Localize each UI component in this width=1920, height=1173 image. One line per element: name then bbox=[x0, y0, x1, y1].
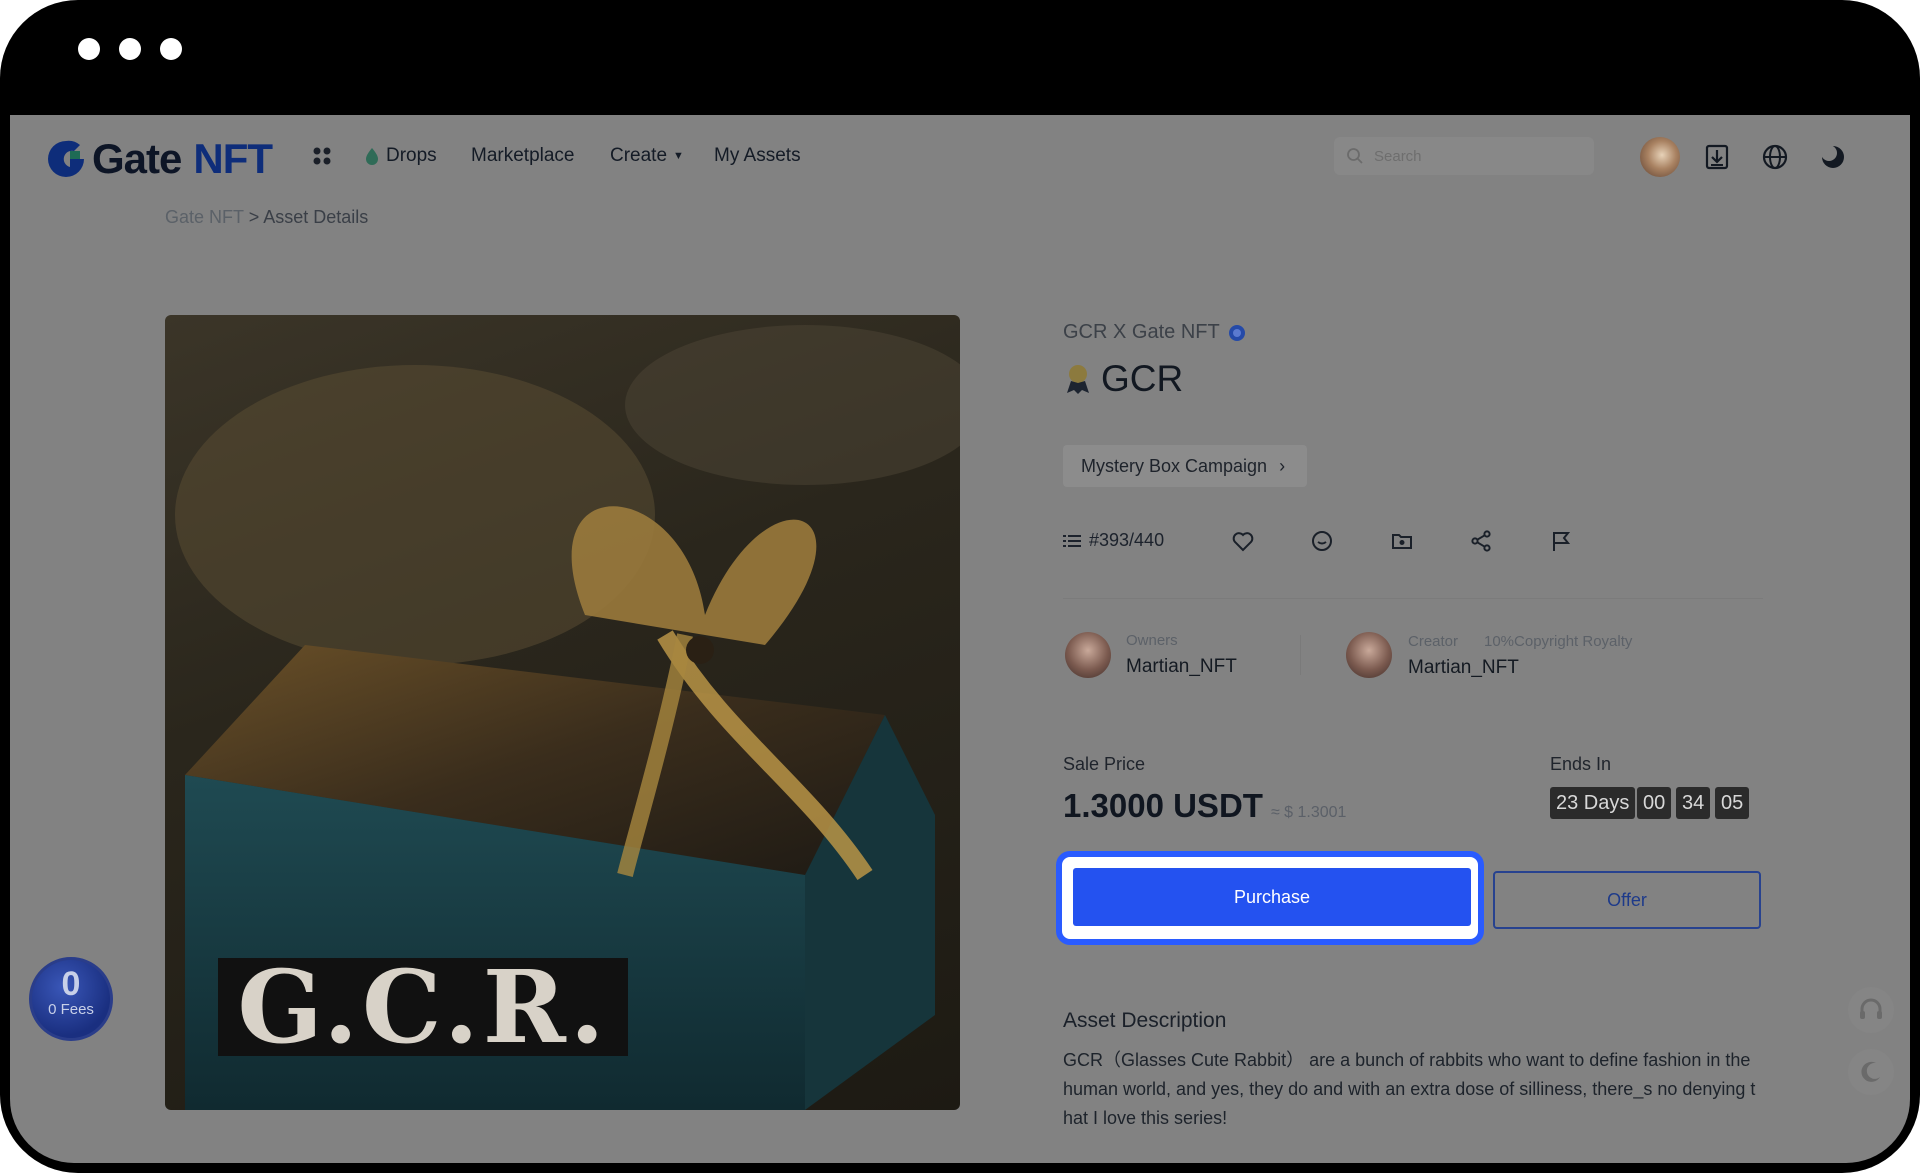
headset-icon bbox=[1860, 998, 1882, 1019]
nav-drops-label: Drops bbox=[386, 145, 437, 166]
asset-description-heading: Asset Description bbox=[1063, 1009, 1227, 1032]
breadcrumb-root[interactable]: Gate NFT bbox=[165, 207, 244, 227]
nav-marketplace-label: Marketplace bbox=[471, 145, 575, 166]
comment-icon[interactable] bbox=[1310, 529, 1334, 553]
owners-label: Owners bbox=[1126, 632, 1178, 649]
window-dot[interactable] bbox=[78, 38, 100, 60]
browser-viewport: Gate NFT Drops Marketplace Create ▼ My A… bbox=[10, 115, 1910, 1163]
fees-label: 0 Fees bbox=[48, 1001, 94, 1018]
edition-number: #393/440 bbox=[1063, 530, 1164, 551]
divider bbox=[1063, 598, 1763, 599]
heart-icon[interactable] bbox=[1231, 529, 1255, 553]
search-box[interactable] bbox=[1334, 137, 1594, 175]
asset-title: GCR bbox=[1063, 358, 1183, 400]
apps-icon[interactable] bbox=[313, 147, 331, 165]
collection-label: GCR X Gate NFT bbox=[1063, 321, 1220, 343]
window-dot[interactable] bbox=[119, 38, 141, 60]
creator-avatar[interactable] bbox=[1346, 632, 1392, 678]
download-icon[interactable] bbox=[1700, 140, 1734, 174]
award-badge-icon bbox=[1067, 365, 1089, 394]
search-input[interactable] bbox=[1372, 146, 1576, 166]
nft-label-text: G.C.R. bbox=[218, 957, 628, 1057]
nav-create[interactable]: Create ▼ bbox=[610, 145, 684, 167]
nav-my-assets-label: My Assets bbox=[714, 145, 801, 166]
nft-image: G.C.R. bbox=[165, 315, 960, 1110]
verified-icon bbox=[1228, 324, 1245, 341]
caret-down-icon: ▼ bbox=[673, 150, 684, 162]
creator-label: Creator bbox=[1408, 633, 1459, 650]
nav-create-label: Create bbox=[610, 145, 668, 166]
countdown-hours: 00 bbox=[1637, 787, 1672, 819]
search-icon bbox=[1347, 148, 1363, 164]
chevron-right-icon: › bbox=[1279, 455, 1286, 476]
creator-name[interactable]: Martian_NFT bbox=[1408, 657, 1519, 679]
share-icon[interactable] bbox=[1469, 529, 1493, 553]
fees-number: 0 bbox=[61, 965, 81, 1003]
globe-icon[interactable] bbox=[1758, 140, 1792, 174]
countdown-seconds: 05 bbox=[1715, 787, 1750, 819]
owner-name[interactable]: Martian_NFT bbox=[1126, 656, 1237, 678]
drop-icon bbox=[366, 148, 378, 165]
price-usd: ≈ $ 1.3001 bbox=[1270, 804, 1347, 821]
window-dot[interactable] bbox=[160, 38, 182, 60]
campaign-tag[interactable]: Mystery Box Campaign › bbox=[1063, 445, 1308, 487]
zero-fees-badge[interactable]: 0 0 Fees bbox=[29, 957, 113, 1041]
sale-price: 1.3000 USDT ≈ $ 1.3001 bbox=[1063, 787, 1346, 825]
report-flag-icon[interactable] bbox=[1549, 529, 1573, 553]
theme-float-button[interactable] bbox=[1848, 1049, 1894, 1095]
folder-icon[interactable] bbox=[1390, 529, 1414, 553]
window-frame: Gate NFT Drops Marketplace Create ▼ My A… bbox=[0, 0, 1920, 1173]
collection-name[interactable]: GCR X Gate NFT bbox=[1063, 321, 1246, 344]
edition-label: #393/440 bbox=[1089, 530, 1165, 550]
nav-marketplace[interactable]: Marketplace bbox=[471, 145, 575, 167]
countdown-minutes: 34 bbox=[1676, 787, 1711, 819]
owner-avatar[interactable] bbox=[1065, 632, 1111, 678]
asset-title-text: GCR bbox=[1101, 358, 1184, 399]
moon-icon bbox=[1861, 1061, 1880, 1082]
asset-description-text: GCR（Glasses Cute Rabbit） are a bunch of … bbox=[1063, 1050, 1756, 1128]
window-controls bbox=[78, 38, 182, 60]
theme-toggle-icon[interactable] bbox=[1816, 140, 1850, 174]
gate-nft-logo[interactable]: Gate NFT bbox=[44, 135, 273, 183]
user-avatar[interactable] bbox=[1640, 137, 1680, 177]
sale-price-label: Sale Price bbox=[1063, 754, 1146, 774]
breadcrumb-current: Asset Details bbox=[263, 207, 369, 227]
nav-drops[interactable]: Drops bbox=[364, 145, 437, 167]
list-icon bbox=[1063, 534, 1081, 547]
logo-text-nft: NFT bbox=[193, 135, 273, 182]
breadcrumb: Gate NFT > Asset Details bbox=[165, 207, 368, 228]
vertical-divider bbox=[1300, 635, 1301, 675]
support-headset-icon[interactable] bbox=[1848, 987, 1894, 1033]
price-value: 1.3000 USDT bbox=[1063, 787, 1263, 824]
breadcrumb-separator: > bbox=[248, 207, 260, 227]
campaign-label: Mystery Box Campaign bbox=[1081, 455, 1268, 476]
gate-logo-icon bbox=[48, 140, 84, 177]
countdown-days: 23 Days bbox=[1550, 787, 1636, 819]
ends-in-label: Ends In bbox=[1550, 754, 1612, 774]
purchase-button[interactable]: Purchase bbox=[1073, 868, 1471, 926]
royalty-label: 10%Copyright Royalty bbox=[1484, 633, 1633, 650]
offer-button[interactable]: Offer bbox=[1493, 871, 1761, 929]
logo-text: Gate bbox=[92, 135, 182, 182]
nav-my-assets[interactable]: My Assets bbox=[714, 145, 801, 167]
